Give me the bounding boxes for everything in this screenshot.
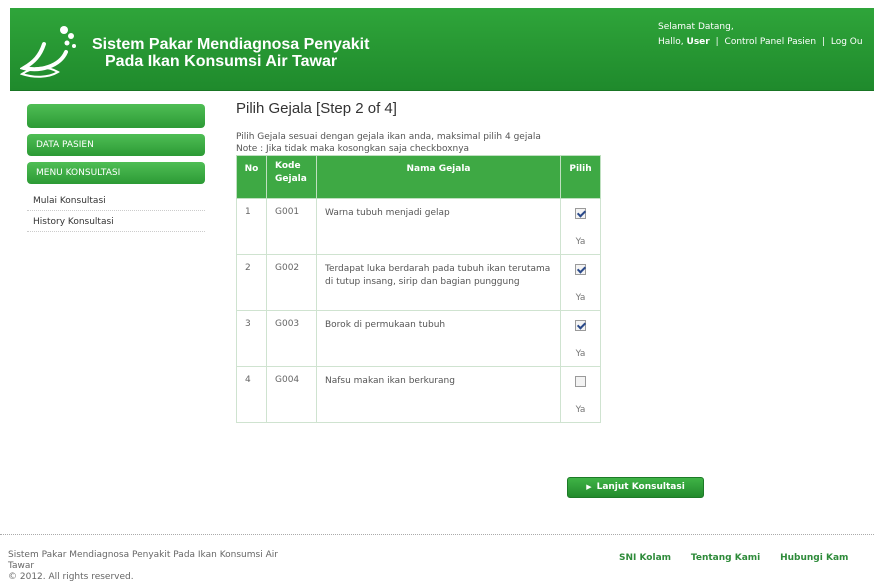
table-row: 4 G004 Nafsu makan ikan berkurang Ya bbox=[236, 366, 601, 423]
page-title: Pilih Gejala [Step 2 of 4] bbox=[236, 100, 397, 117]
main-content: Pilih Gejala [Step 2 of 4] Pilih Gejala … bbox=[236, 100, 836, 423]
cell-nama: Nafsu makan ikan berkurang bbox=[316, 366, 561, 423]
next-button-label: Lanjut Konsultasi bbox=[596, 482, 685, 492]
table-row: 1 G001 Warna tubuh menjadi gelap Ya bbox=[236, 198, 601, 255]
footer-link-tentang-kami[interactable]: Tentang Kami bbox=[691, 553, 760, 563]
sidebar-item-history-konsultasi[interactable]: History Konsultasi bbox=[27, 211, 205, 232]
cell-pilih: Ya bbox=[560, 366, 601, 423]
site-title-line2: Pada Ikan Konsumsi Air Tawar bbox=[105, 53, 338, 70]
checkbox-g001[interactable] bbox=[575, 208, 586, 219]
col-header-kode: Kode Gejala bbox=[266, 155, 317, 199]
instructions: Pilih Gejala sesuai dengan gejala ikan a… bbox=[236, 131, 836, 155]
note-text: Note : Jika tidak maka kosongkan saja ch… bbox=[236, 144, 470, 154]
footer-link-hubungi-kami[interactable]: Hubungi Kam bbox=[780, 553, 848, 563]
cell-kode: G002 bbox=[266, 254, 317, 311]
col-header-nama: Nama Gejala bbox=[316, 155, 561, 199]
sidebar: DATA PASIEN MENU KONSULTASI Mulai Konsul… bbox=[27, 104, 205, 232]
instruction-text: Pilih Gejala sesuai dengan gejala ikan a… bbox=[236, 132, 541, 142]
cell-pilih: Ya bbox=[560, 254, 601, 311]
checkbox-label: Ya bbox=[575, 293, 586, 303]
sidebar-item-mulai-konsultasi[interactable]: Mulai Konsultasi bbox=[27, 190, 205, 211]
checkbox-g004[interactable] bbox=[575, 376, 586, 387]
sidebar-menu-konsultasi: MENU KONSULTASI bbox=[27, 162, 205, 184]
footer-line1: Sistem Pakar Mendiagnosa Penyakit Pada I… bbox=[8, 550, 278, 560]
cell-nama: Borok di permukaan tubuh bbox=[316, 310, 561, 367]
symptom-table: No Kode Gejala Nama Gejala Pilih 1 G001 … bbox=[236, 155, 601, 423]
col-header-kode-line1: Kode bbox=[275, 161, 301, 171]
table-header-row: No Kode Gejala Nama Gejala Pilih bbox=[236, 155, 601, 199]
cell-no: 1 bbox=[236, 198, 267, 255]
cell-no: 3 bbox=[236, 310, 267, 367]
cell-pilih: Ya bbox=[560, 198, 601, 255]
cell-no: 2 bbox=[236, 254, 267, 311]
cell-pilih: Ya bbox=[560, 310, 601, 367]
site-header: Sistem Pakar Mendiagnosa Penyakit Pada I… bbox=[10, 8, 874, 91]
cell-kode: G001 bbox=[266, 198, 317, 255]
cell-kode: G003 bbox=[266, 310, 317, 367]
col-header-pilih: Pilih bbox=[560, 155, 601, 199]
cell-no: 4 bbox=[236, 366, 267, 423]
cell-nama: Warna tubuh menjadi gelap bbox=[316, 198, 561, 255]
site-title: Sistem Pakar Mendiagnosa Penyakit Pada I… bbox=[92, 36, 369, 70]
checkbox-label: Ya bbox=[575, 405, 586, 415]
lanjut-konsultasi-button[interactable]: ▶ Lanjut Konsultasi bbox=[567, 477, 704, 498]
user-name: User bbox=[686, 37, 710, 47]
footer-divider bbox=[0, 534, 874, 535]
cell-kode: G004 bbox=[266, 366, 317, 423]
triangle-right-icon: ▶ bbox=[586, 483, 592, 491]
footer-link-sni-kolam[interactable]: SNI Kolam bbox=[619, 553, 671, 563]
checkbox-g003[interactable] bbox=[575, 320, 586, 331]
checkbox-label: Ya bbox=[575, 349, 586, 359]
footer-links: SNI Kolam Tentang Kami Hubungi Kam bbox=[619, 553, 865, 563]
site-title-line1: Sistem Pakar Mendiagnosa Penyakit bbox=[92, 36, 370, 53]
sidebar-item-data-pasien[interactable]: DATA PASIEN bbox=[27, 134, 205, 156]
footer-line2: Tawar bbox=[8, 561, 35, 571]
checkbox-g002[interactable] bbox=[575, 264, 586, 275]
logout-link[interactable]: Log Ou bbox=[831, 37, 863, 47]
footer-copyright: © 2012. All rights reserved. bbox=[8, 572, 134, 582]
user-welcome: Selamat Datang, Hallo, User | Control Pa… bbox=[658, 20, 863, 50]
hello-prefix: Hallo, bbox=[658, 37, 687, 47]
table-row: 3 G003 Borok di permukaan tubuh Ya bbox=[236, 310, 601, 367]
footer-text: Sistem Pakar Mendiagnosa Penyakit Pada I… bbox=[8, 550, 388, 583]
control-panel-link[interactable]: Control Panel Pasien bbox=[725, 37, 817, 47]
separator: | bbox=[715, 37, 719, 47]
separator: | bbox=[821, 37, 825, 47]
welcome-text: Selamat Datang, bbox=[658, 22, 734, 32]
table-row: 2 G002 Terdapat luka berdarah pada tubuh… bbox=[236, 254, 601, 311]
sidebar-header-bar bbox=[27, 104, 205, 128]
cell-nama: Terdapat luka berdarah pada tubuh ikan t… bbox=[316, 254, 561, 311]
col-header-no: No bbox=[236, 155, 267, 199]
fish-logo-icon bbox=[20, 26, 76, 78]
checkbox-label: Ya bbox=[575, 237, 586, 247]
col-header-kode-line2: Gejala bbox=[275, 174, 307, 184]
